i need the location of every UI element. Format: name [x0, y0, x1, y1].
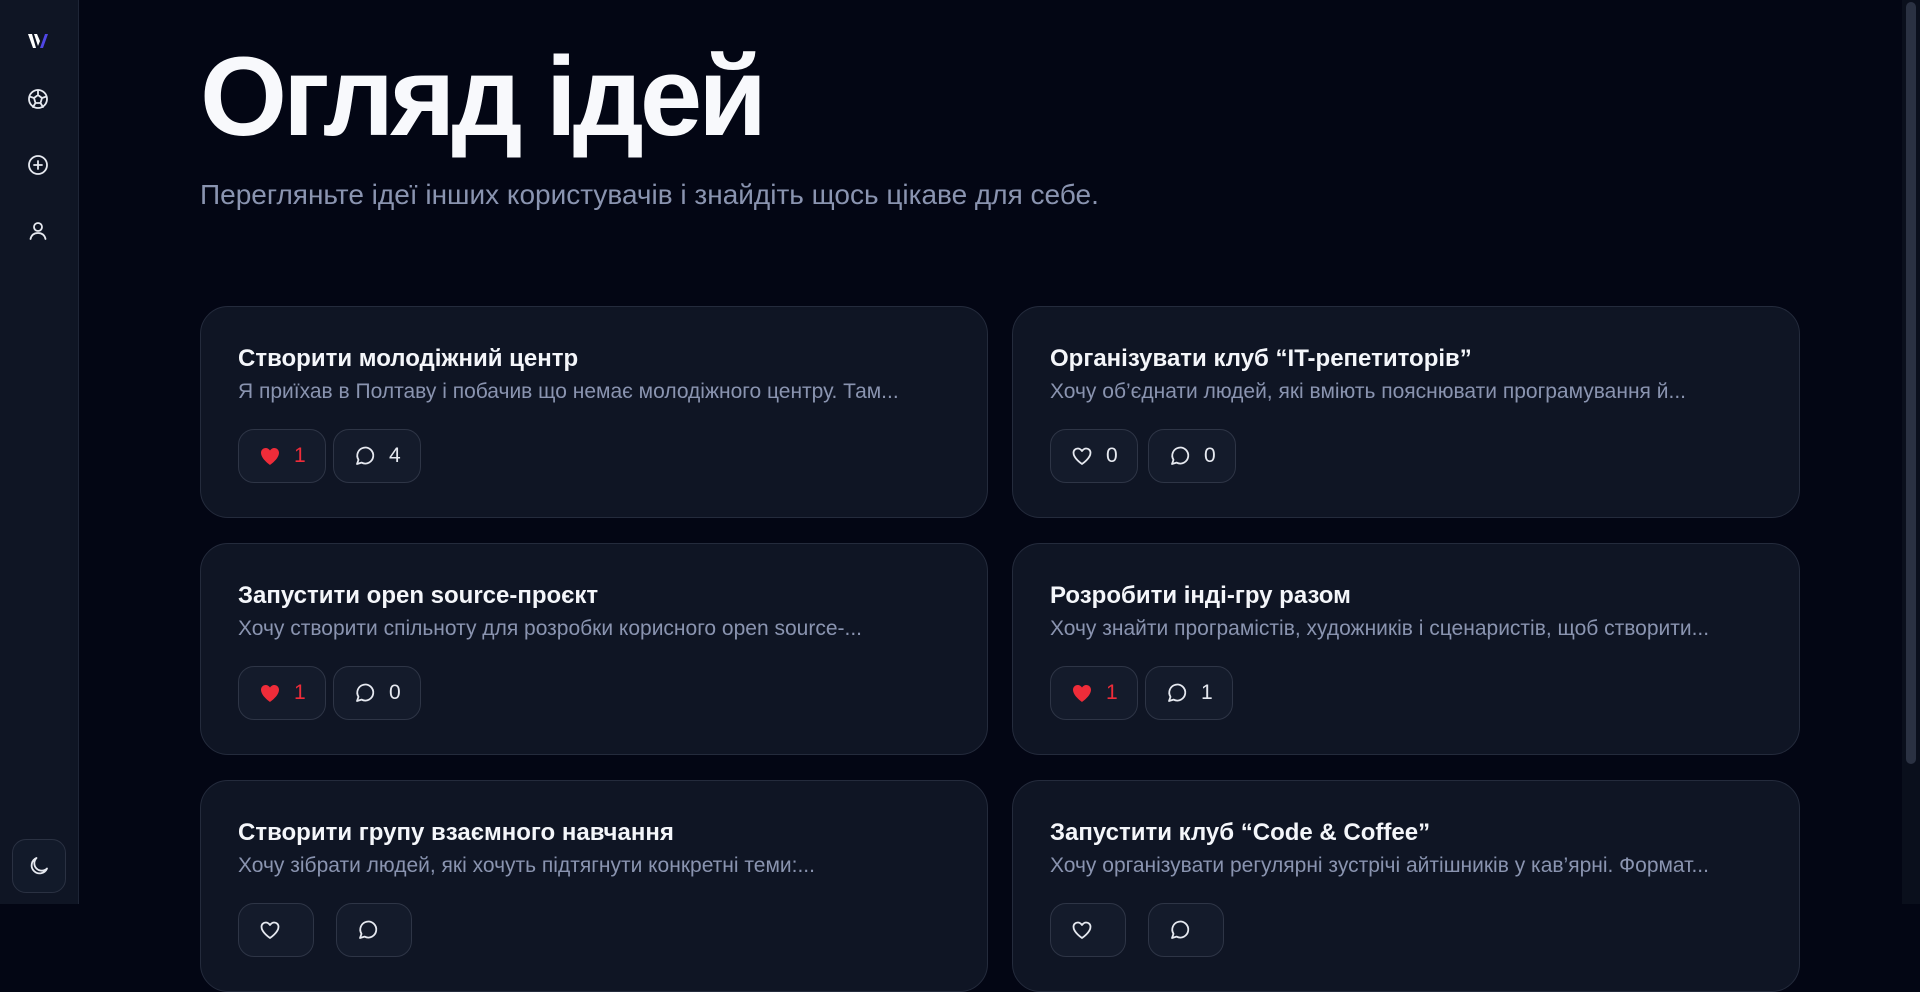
heart-icon — [258, 918, 282, 942]
like-count: 1 — [294, 444, 306, 467]
comment-count: 0 — [1204, 444, 1216, 467]
idea-card[interactable]: Організувати клуб “IT-репетиторів” Хочу о… — [1012, 306, 1800, 518]
page-subtitle: Перегляньте ідеї інших користувачів і зн… — [200, 179, 1099, 210]
like-button[interactable]: 1 — [238, 666, 326, 720]
comment-icon — [1168, 918, 1192, 942]
heart-icon — [1070, 918, 1094, 942]
idea-card[interactable]: Розробити інді-гру разом Хочу знайти прог… — [1012, 543, 1800, 755]
comment-button[interactable] — [1148, 903, 1224, 957]
idea-card[interactable]: Створити групу взаємного навчання Хочу зі… — [200, 780, 988, 992]
explore-icon[interactable] — [18, 79, 58, 119]
like-button[interactable]: 1 — [238, 429, 326, 483]
like-button[interactable] — [238, 903, 314, 957]
comment-button[interactable]: 4 — [333, 429, 421, 483]
scrollbar[interactable] — [1902, 0, 1920, 904]
heart-icon — [1070, 681, 1094, 705]
comment-count: 1 — [1201, 681, 1213, 704]
comment-icon — [1168, 444, 1192, 468]
like-button[interactable]: 1 — [1050, 666, 1138, 720]
page-title: Огляд ідей — [200, 34, 767, 159]
idea-card[interactable]: Запустити open source-проєкт Хочу створит… — [200, 543, 988, 755]
like-count: 1 — [294, 681, 306, 704]
idea-description: Хочу організувати регулярні зустрічі айт… — [1050, 854, 1709, 877]
idea-description: Хочу об’єднати людей, які вміють пояснюв… — [1050, 380, 1686, 403]
idea-title[interactable]: Створити групу взаємного навчання — [238, 819, 674, 847]
heart-icon — [1070, 444, 1094, 468]
like-count: 1 — [1106, 681, 1118, 704]
idea-card[interactable]: Створити молодіжний центр Я приїхав в Пол… — [200, 306, 988, 518]
moon-icon — [27, 854, 51, 878]
heart-icon — [258, 681, 282, 705]
idea-card[interactable]: Запустити клуб “Code & Coffee” Хочу орган… — [1012, 780, 1800, 992]
logo-icon[interactable] — [18, 21, 58, 61]
comment-count: 4 — [389, 444, 401, 467]
idea-description: Хочу зібрати людей, які хочуть підтягнут… — [238, 854, 815, 877]
comment-count: 0 — [389, 681, 401, 704]
idea-title[interactable]: Організувати клуб “IT-репетиторів” — [1050, 345, 1472, 373]
idea-description: Хочу створити спільноту для розробки кор… — [238, 617, 862, 640]
heart-icon — [258, 444, 282, 468]
theme-toggle-button[interactable] — [12, 839, 66, 893]
comment-button[interactable] — [336, 903, 412, 957]
comment-button[interactable]: 0 — [1148, 429, 1236, 483]
idea-title[interactable]: Запустити клуб “Code & Coffee” — [1050, 819, 1430, 847]
comment-icon — [356, 918, 380, 942]
sidebar — [0, 0, 79, 904]
idea-description: Хочу знайти програмістів, художників і с… — [1050, 617, 1710, 640]
comment-button[interactable]: 0 — [333, 666, 421, 720]
idea-description: Я приїхав в Полтаву і побачив що немає м… — [238, 380, 899, 403]
like-button[interactable] — [1050, 903, 1126, 957]
add-circle-icon[interactable] — [18, 145, 58, 185]
idea-title[interactable]: Розробити інді-гру разом — [1050, 582, 1351, 610]
like-button[interactable]: 0 — [1050, 429, 1138, 483]
comment-icon — [1165, 681, 1189, 705]
idea-title[interactable]: Створити молодіжний центр — [238, 345, 578, 373]
comment-button[interactable]: 1 — [1145, 666, 1233, 720]
idea-title[interactable]: Запустити open source-проєкт — [238, 582, 598, 610]
scrollbar-thumb[interactable] — [1906, 2, 1916, 764]
comment-icon — [353, 444, 377, 468]
like-count: 0 — [1106, 444, 1118, 467]
comment-icon — [353, 681, 377, 705]
user-icon[interactable] — [18, 211, 58, 251]
